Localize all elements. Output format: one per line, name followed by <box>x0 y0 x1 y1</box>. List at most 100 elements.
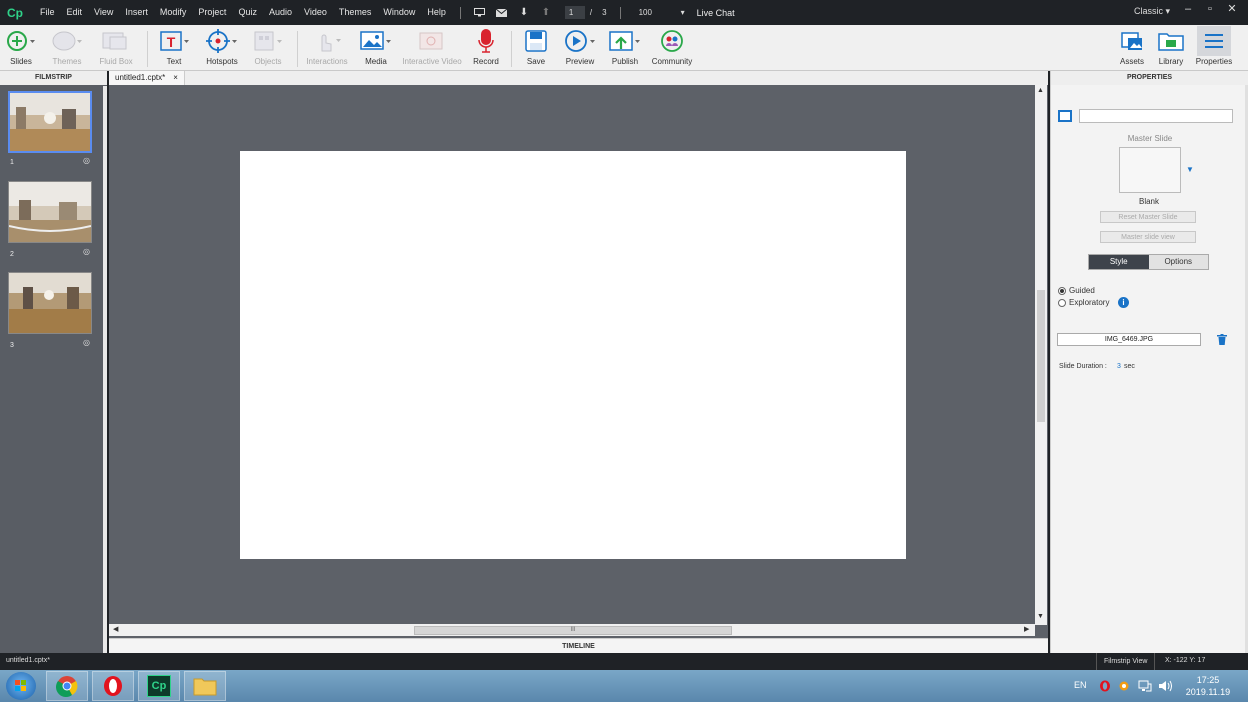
themes-button[interactable]: Themes <box>43 27 91 66</box>
radio-exploratory[interactable]: Exploratory <box>1058 298 1109 307</box>
opera-icon <box>104 676 122 696</box>
svg-text:T: T <box>167 34 176 50</box>
slide-thumbnail-1[interactable] <box>8 91 92 153</box>
menu-audio[interactable]: Audio <box>263 0 298 25</box>
menu-view[interactable]: View <box>88 0 119 25</box>
system-clock[interactable]: 17:25 2019.11.19 <box>1180 674 1236 698</box>
slide-thumbnail-3[interactable] <box>8 272 92 334</box>
community-button[interactable]: Community <box>648 27 696 66</box>
scroll-left-icon[interactable]: ◀ <box>113 625 118 633</box>
timeline-panel-header[interactable]: TIMELINE <box>109 638 1048 653</box>
slides-button[interactable]: Slides <box>0 27 45 66</box>
filmstrip-panel: FILMSTRIP 1 ◎ 2 ◎ 3 ◎ <box>0 71 107 653</box>
taskbar-explorer[interactable] <box>184 671 226 701</box>
menu-quiz[interactable]: Quiz <box>232 0 263 25</box>
slide-duration-label: Slide Duration : <box>1059 363 1107 370</box>
start-button[interactable] <box>6 672 36 700</box>
preview-button[interactable]: Preview <box>556 27 604 66</box>
menu-project[interactable]: Project <box>192 0 232 25</box>
arrow-down-icon[interactable]: ⬇ <box>517 6 531 20</box>
close-icon[interactable]: ✕ <box>1221 2 1243 16</box>
library-button[interactable]: Library <box>1147 27 1195 66</box>
scroll-down-icon[interactable]: ▼ <box>1037 613 1044 620</box>
trash-icon[interactable] <box>1217 334 1227 345</box>
slide-1-panorama-image <box>10 93 90 151</box>
menu-window[interactable]: Window <box>377 0 421 25</box>
reset-master-slide-button[interactable]: Reset Master Slide <box>1100 211 1196 223</box>
text-button[interactable]: T Text <box>150 27 198 66</box>
minimize-icon[interactable]: – <box>1177 2 1199 16</box>
interactions-button[interactable]: Interactions <box>303 27 351 66</box>
close-tab-icon[interactable]: × <box>173 71 178 85</box>
filmstrip-scrollbar[interactable] <box>103 86 107 653</box>
menu-themes[interactable]: Themes <box>333 0 378 25</box>
slide-canvas[interactable] <box>240 151 906 559</box>
background-image-field[interactable]: IMG_6469.JPG <box>1057 333 1201 346</box>
workspace-switcher[interactable]: Classic ▾ <box>1134 6 1170 17</box>
fluid-box-button[interactable]: Fluid Box <box>92 27 140 66</box>
taskbar-captivate[interactable]: Cp <box>138 671 180 701</box>
current-slide-field[interactable]: 1 <box>564 6 585 19</box>
opera-tray-icon[interactable] <box>1099 680 1111 692</box>
horizontal-scroll-thumb[interactable]: III <box>414 626 732 635</box>
library-icon <box>1158 33 1184 51</box>
interactive-video-button[interactable]: Interactive Video <box>398 27 466 66</box>
menu-edit[interactable]: Edit <box>61 0 89 25</box>
master-slide-preview[interactable] <box>1119 147 1181 193</box>
menubar-divider <box>619 6 621 19</box>
arrow-up-icon[interactable]: ⬆ <box>539 6 553 20</box>
publish-button[interactable]: Publish <box>601 27 649 66</box>
network-icon[interactable] <box>1138 680 1152 692</box>
slide-name-field[interactable] <box>1079 109 1233 123</box>
record-button[interactable]: Record <box>462 27 510 66</box>
style-options-tabs: Style Options <box>1088 254 1209 270</box>
live-chat-link[interactable]: Live Chat <box>697 8 735 18</box>
language-indicator[interactable]: EN <box>1074 680 1087 690</box>
interactions-label: Interactions <box>306 57 348 66</box>
vertical-scroll-thumb[interactable] <box>1037 290 1045 422</box>
radio-guided[interactable]: Guided <box>1058 286 1095 295</box>
tab-options[interactable]: Options <box>1148 255 1208 269</box>
objects-button[interactable]: Objects <box>244 27 292 66</box>
maximize-icon[interactable]: ▫ <box>1199 2 1221 16</box>
taskbar-chrome[interactable] <box>46 671 88 701</box>
app-tray-icon[interactable] <box>1119 681 1129 691</box>
slide-duration-value[interactable]: 3 <box>1117 363 1121 370</box>
slide-thumbnail-2[interactable] <box>8 181 92 243</box>
menu-modify[interactable]: Modify <box>154 0 193 25</box>
windows-logo-icon <box>15 680 26 691</box>
toolbar-divider <box>147 31 148 67</box>
monitor-icon[interactable] <box>473 6 487 20</box>
hotspots-button[interactable]: Hotspots <box>198 27 246 66</box>
hotspots-label: Hotspots <box>206 57 238 66</box>
chrome-icon <box>56 676 78 697</box>
document-tab[interactable]: untitled1.cptx* × <box>109 71 185 85</box>
info-icon[interactable]: i <box>1118 297 1129 308</box>
tab-style[interactable]: Style <box>1089 255 1149 269</box>
save-button[interactable]: Save <box>512 27 560 66</box>
horizontal-scrollbar[interactable]: ◀ III ▶ <box>109 624 1035 636</box>
scroll-right-icon[interactable]: ▶ <box>1024 625 1029 633</box>
master-slide-view-button[interactable]: Master slide view <box>1100 231 1196 243</box>
properties-button[interactable]: Properties <box>1190 26 1238 66</box>
zoom-dropdown[interactable]: 100 ▾ <box>635 6 685 19</box>
mail-icon[interactable] <box>495 6 509 20</box>
media-button[interactable]: Media <box>352 27 400 66</box>
volume-icon[interactable] <box>1158 680 1172 692</box>
master-slide-label: Master Slide <box>1127 134 1173 143</box>
vertical-scrollbar[interactable]: ▲ ▼ <box>1035 85 1047 625</box>
status-view-mode[interactable]: Filmstrip View <box>1096 653 1156 670</box>
menu-video[interactable]: Video <box>298 0 333 25</box>
slide-duration-unit: sec <box>1124 363 1135 370</box>
menu-insert[interactable]: Insert <box>119 0 154 25</box>
taskbar-opera[interactable] <box>92 671 134 701</box>
total-slides: 3 <box>602 8 607 17</box>
workspace-label: Classic <box>1134 6 1164 16</box>
menu-help[interactable]: Help <box>421 0 452 25</box>
slide-style-icon[interactable] <box>1058 110 1072 122</box>
chevron-down-icon: ▾ <box>680 8 685 17</box>
library-label: Library <box>1158 57 1184 66</box>
scroll-up-icon[interactable]: ▲ <box>1037 87 1044 94</box>
menu-file[interactable]: File <box>34 0 61 25</box>
chevron-down-icon[interactable]: ▼ <box>1186 165 1194 174</box>
